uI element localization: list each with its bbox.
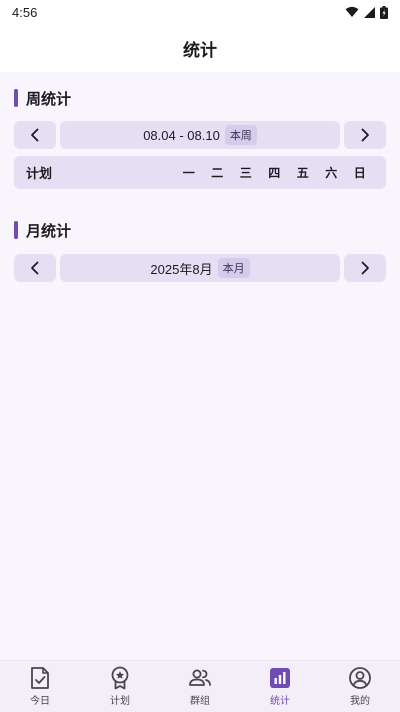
nav-label-profile: 我的 (350, 696, 370, 707)
page-title: 统计 (183, 40, 217, 61)
weekly-table-header: 计划 一 二 三 四 五 六 日 (14, 156, 386, 189)
battery-icon (380, 5, 388, 19)
month-range-text: 2025年8月 (150, 261, 213, 277)
prev-week-button[interactable] (14, 121, 56, 149)
weekday-header: 四 (268, 166, 281, 180)
bottom-navigation: 今日 计划 群组 统计 我的 (0, 660, 400, 712)
nav-label-plan: 计划 (110, 696, 130, 707)
award-badge-icon (108, 666, 132, 690)
weekday-header: 日 (353, 166, 366, 180)
status-time: 4:56 (12, 4, 38, 20)
chevron-left-icon (31, 261, 39, 275)
prev-month-button[interactable] (14, 254, 56, 282)
nav-item-statistics[interactable]: 统计 (240, 661, 320, 712)
bar-chart-icon (268, 666, 292, 690)
group-people-icon (188, 666, 212, 690)
weekday-header: 五 (296, 166, 309, 180)
weekly-section-title: 周统计 (14, 88, 71, 108)
weekly-title: 周统计 (26, 89, 72, 108)
status-bar: 4:56 (0, 0, 400, 24)
weekly-date-navigator: 08.04 - 08.10 本周 (14, 121, 386, 149)
weekday-header: 二 (211, 166, 224, 180)
chevron-right-icon (361, 128, 369, 142)
section-accent-bar (14, 221, 18, 239)
content-area: 周统计 08.04 - 08.10 本周 计划 一 二 三 四 五 六 日 月统… (0, 72, 400, 660)
monthly-section-title: 月统计 (14, 220, 71, 240)
monthly-date-navigator: 2025年8月 本月 (14, 254, 386, 282)
nav-item-profile[interactable]: 我的 (320, 661, 400, 712)
week-range-display[interactable]: 08.04 - 08.10 本周 (60, 121, 340, 149)
signal-icon (364, 6, 375, 18)
wifi-icon (345, 6, 359, 17)
nav-item-group[interactable]: 群组 (160, 661, 240, 712)
weekday-header: 一 (182, 166, 195, 180)
nav-label-today: 今日 (30, 696, 50, 707)
month-range-display[interactable]: 2025年8月 本月 (60, 254, 340, 282)
plan-column-header: 计划 (26, 167, 53, 182)
next-month-button[interactable] (344, 254, 386, 282)
chevron-right-icon (361, 261, 369, 275)
monthly-title: 月统计 (26, 221, 72, 240)
chevron-left-icon (31, 128, 39, 142)
current-week-badge: 本周 (224, 125, 257, 145)
today-check-icon (28, 666, 52, 690)
weekday-headers: 一 二 三 四 五 六 日 (175, 164, 375, 181)
nav-item-plan[interactable]: 计划 (80, 661, 160, 712)
app-bar: 统计 (0, 24, 400, 72)
nav-label-group: 群组 (190, 696, 210, 707)
weekday-header: 六 (325, 166, 338, 180)
nav-label-statistics: 统计 (270, 696, 290, 707)
week-range-text: 08.04 - 08.10 (143, 127, 220, 143)
next-week-button[interactable] (344, 121, 386, 149)
current-month-badge: 本月 (217, 258, 250, 278)
weekday-header: 三 (239, 166, 252, 180)
profile-icon (348, 666, 372, 690)
nav-item-today[interactable]: 今日 (0, 661, 80, 712)
status-icons (345, 5, 388, 19)
section-accent-bar (14, 89, 18, 107)
